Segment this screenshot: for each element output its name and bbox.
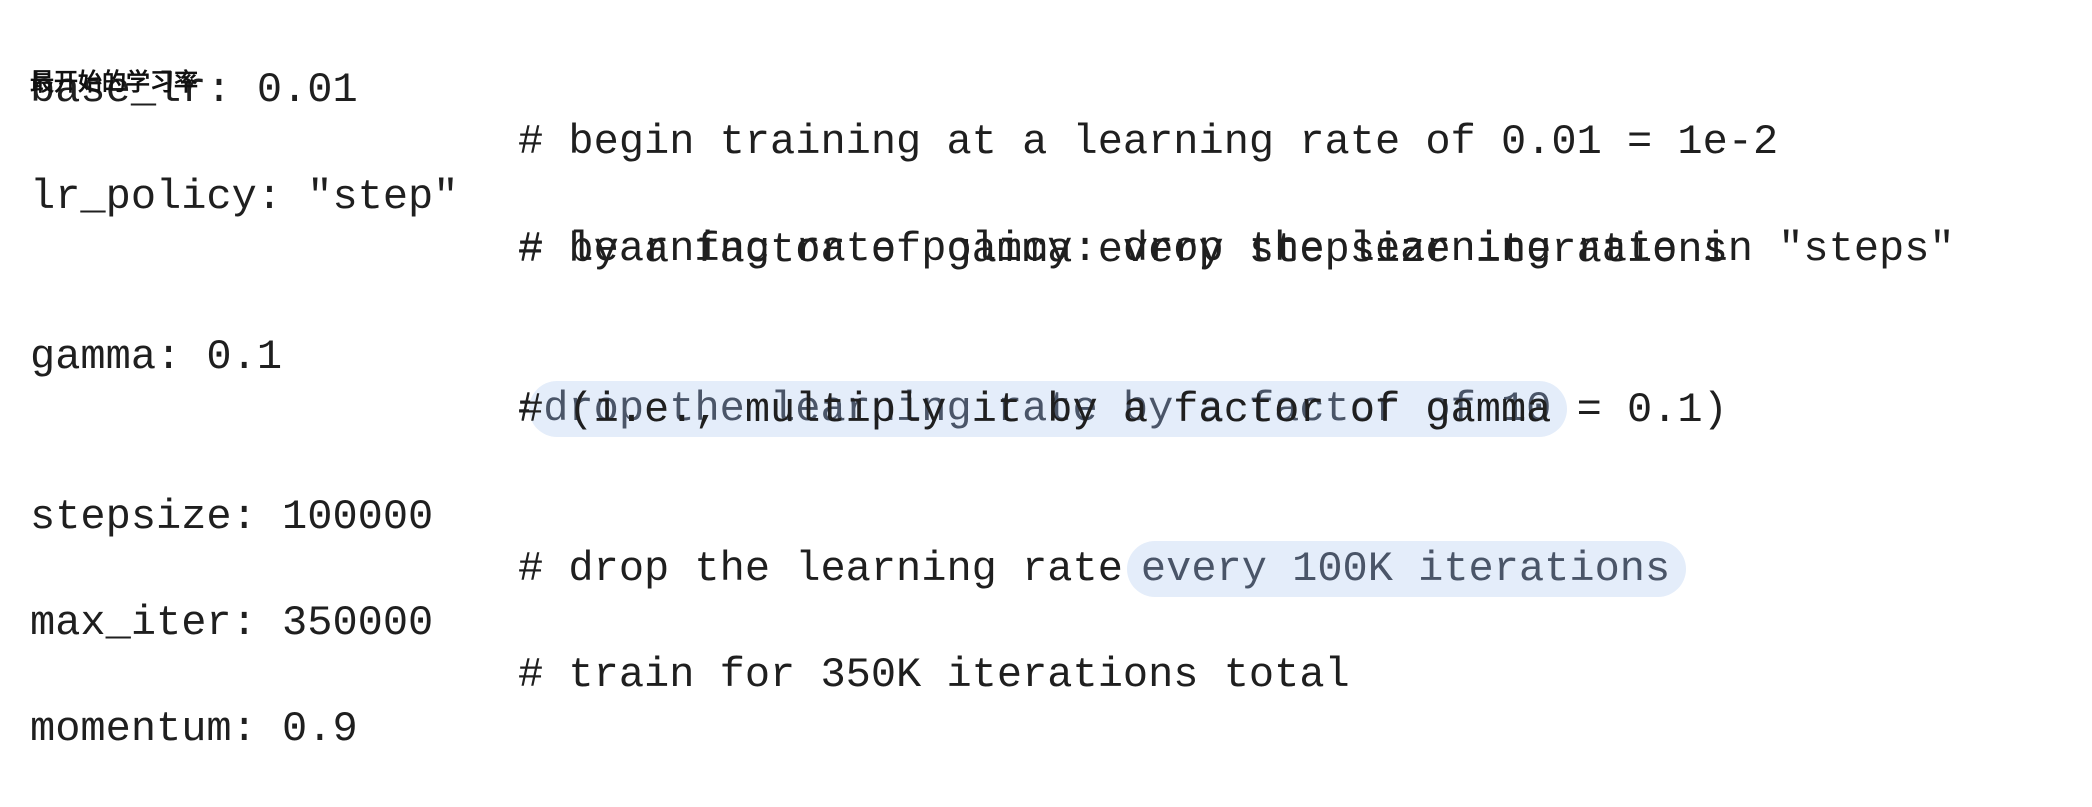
code-line-lr-policy-cont: # by a factor of gamma every stepsize it… xyxy=(0,172,1728,274)
code-line-momentum: momentum: 0.9 xyxy=(0,651,358,753)
code-line-max-iter: max_iter: 350000 # train for 350K iterat… xyxy=(0,545,1350,699)
code-line-stepsize: stepsize: 100000 # drop the learning rat… xyxy=(0,439,1687,597)
comment-stepsize: # drop the learning rate every 100K itera… xyxy=(518,541,1687,597)
code-line-gamma-cont: # (i.e., multiply it by a factor of gamm… xyxy=(0,332,1728,434)
solver-config-code-block: base_lr: 0.01 # begin training at a lear… xyxy=(0,0,2092,753)
comment-gamma-cont: # (i.e., multiply it by a factor of gamm… xyxy=(518,386,1728,434)
comment-max-iter: # train for 350K iterations total xyxy=(518,651,1350,699)
code-line-base-lr: base_lr: 0.01 # begin training at a lear… xyxy=(0,12,1778,166)
config-key-stepsize: stepsize: 100000 xyxy=(30,493,434,541)
code-line-gamma: gamma: 0.1 #drop the learning rate by a … xyxy=(0,279,1568,437)
config-key-momentum: momentum: 0.9 xyxy=(30,705,358,753)
comment-lr-policy-cont: # by a factor of gamma every stepsize it… xyxy=(518,226,1728,274)
comment-stepsize-text: # drop the learning rate xyxy=(518,545,1123,593)
handwritten-note-initial-lr: 最开始的学习率 xyxy=(30,67,198,96)
code-line-lr-policy: lr_policy: "step" # learning rate policy… xyxy=(0,119,1955,273)
comment-base-lr: # begin training at a learning rate of 0… xyxy=(518,118,1779,166)
highlight-stepsize-comment: every 100K iterations xyxy=(1126,541,1687,597)
config-key-max-iter: max_iter: 350000 xyxy=(30,599,434,647)
